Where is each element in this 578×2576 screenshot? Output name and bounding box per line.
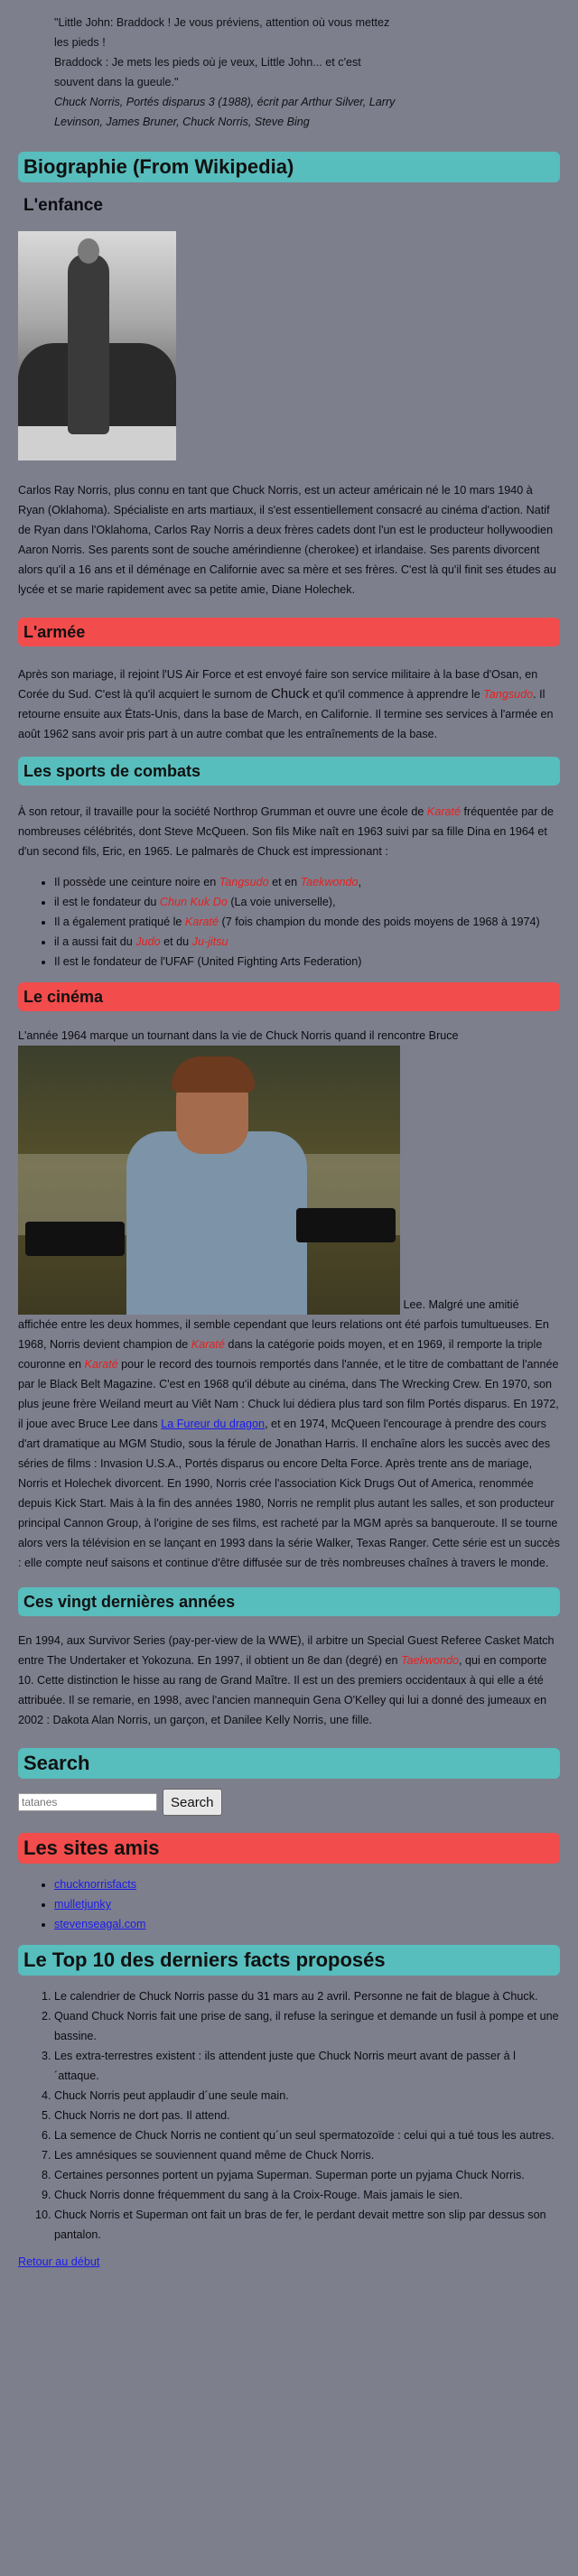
list-item: Les amnésiques se souviennent quand même… (54, 2145, 560, 2165)
friend-sites-heading: Les sites amis (18, 1833, 560, 1864)
cinema-heading: Le cinéma (18, 982, 560, 1011)
list-item: mulletjunky (54, 1894, 560, 1914)
search-button[interactable]: Search (163, 1789, 222, 1816)
chuck-guns-photo (18, 1046, 400, 1315)
list-item: Le calendrier de Chuck Norris passe du 3… (54, 1986, 560, 2006)
list-item: Les extra-terrestres existent : ils atte… (54, 2046, 560, 2086)
quote-block: "Little John: Braddock ! Je vous prévien… (54, 13, 397, 132)
list-item: Quand Chuck Norris fait une prise de san… (54, 2006, 560, 2046)
last-twenty-years-heading: Ces vingt dernières années (18, 1587, 560, 1616)
search-heading: Search (18, 1748, 560, 1779)
fureur-dragon-link[interactable]: La Fureur du dragon (161, 1418, 265, 1430)
list-item: Il possède une ceinture noire en Tangsud… (54, 872, 560, 892)
army-text: Après son mariage, il rejoint l'US Air F… (18, 668, 554, 740)
childhood-title: L'enfance (23, 196, 103, 215)
top10-heading: Le Top 10 des derniers facts proposés (18, 1945, 560, 1976)
top10-list: Le calendrier de Chuck Norris passe du 3… (18, 1986, 560, 2245)
friend-link-stevenseagal[interactable]: stevenseagal.com (54, 1918, 146, 1930)
friend-link-chucknorrisfacts[interactable]: chucknorrisfacts (54, 1878, 136, 1891)
cinema-text: L'année 1964 marque un tournant dans la … (18, 1029, 560, 1569)
quote-line: Braddock : Je mets les pieds où je veux,… (54, 56, 361, 88)
childhood-text: Carlos Ray Norris, plus connu en tant qu… (18, 484, 556, 596)
combat-sports-text: À son retour, il travaille pour la socié… (18, 805, 554, 858)
young-chuck-photo (18, 231, 176, 460)
list-item: chucknorrisfacts (54, 1874, 560, 1894)
list-item: Chuck Norris et Superman ont fait un bra… (54, 2205, 560, 2245)
search-input[interactable] (18, 1793, 157, 1811)
list-item: stevenseagal.com (54, 1914, 560, 1934)
friend-sites-list: chucknorrisfacts mulletjunky stevenseaga… (18, 1874, 560, 1934)
list-item: Il a également pratiqué le Karaté (7 foi… (54, 912, 560, 932)
search-form: Search (18, 1784, 560, 1820)
list-item: La semence de Chuck Norris ne contient q… (54, 2125, 560, 2145)
list-item: il a aussi fait du Judo et du Ju-jitsu (54, 932, 560, 952)
list-item: Certaines personnes portent un pyjama Su… (54, 2165, 560, 2185)
last-twenty-years-text: En 1994, aux Survivor Series (pay-per-vi… (18, 1634, 555, 1726)
list-item: Chuck Norris donne fréquemment du sang à… (54, 2185, 560, 2205)
combat-sports-heading: Les sports de combats (18, 757, 560, 786)
quote-line: "Little John: Braddock ! Je vous prévien… (54, 16, 390, 49)
list-item: Chuck Norris ne dort pas. Il attend. (54, 2106, 560, 2125)
biography-heading: Biographie (From Wikipedia) (18, 152, 560, 182)
list-item: il est le fondateur du Chun Kuk Do (La v… (54, 892, 560, 912)
list-item: Il est le fondateur de l'UFAF (United Fi… (54, 952, 560, 972)
list-item: Chuck Norris peut applaudir d´une seule … (54, 2086, 560, 2106)
friend-link-mulletjunky[interactable]: mulletjunky (54, 1898, 111, 1911)
army-heading: L'armée (18, 618, 560, 646)
achievements-list: Il possède une ceinture noire en Tangsud… (18, 872, 560, 972)
quote-source: Chuck Norris, Portés disparus 3 (1988), … (54, 96, 396, 128)
back-to-top-link[interactable]: Retour au début (18, 2255, 99, 2268)
